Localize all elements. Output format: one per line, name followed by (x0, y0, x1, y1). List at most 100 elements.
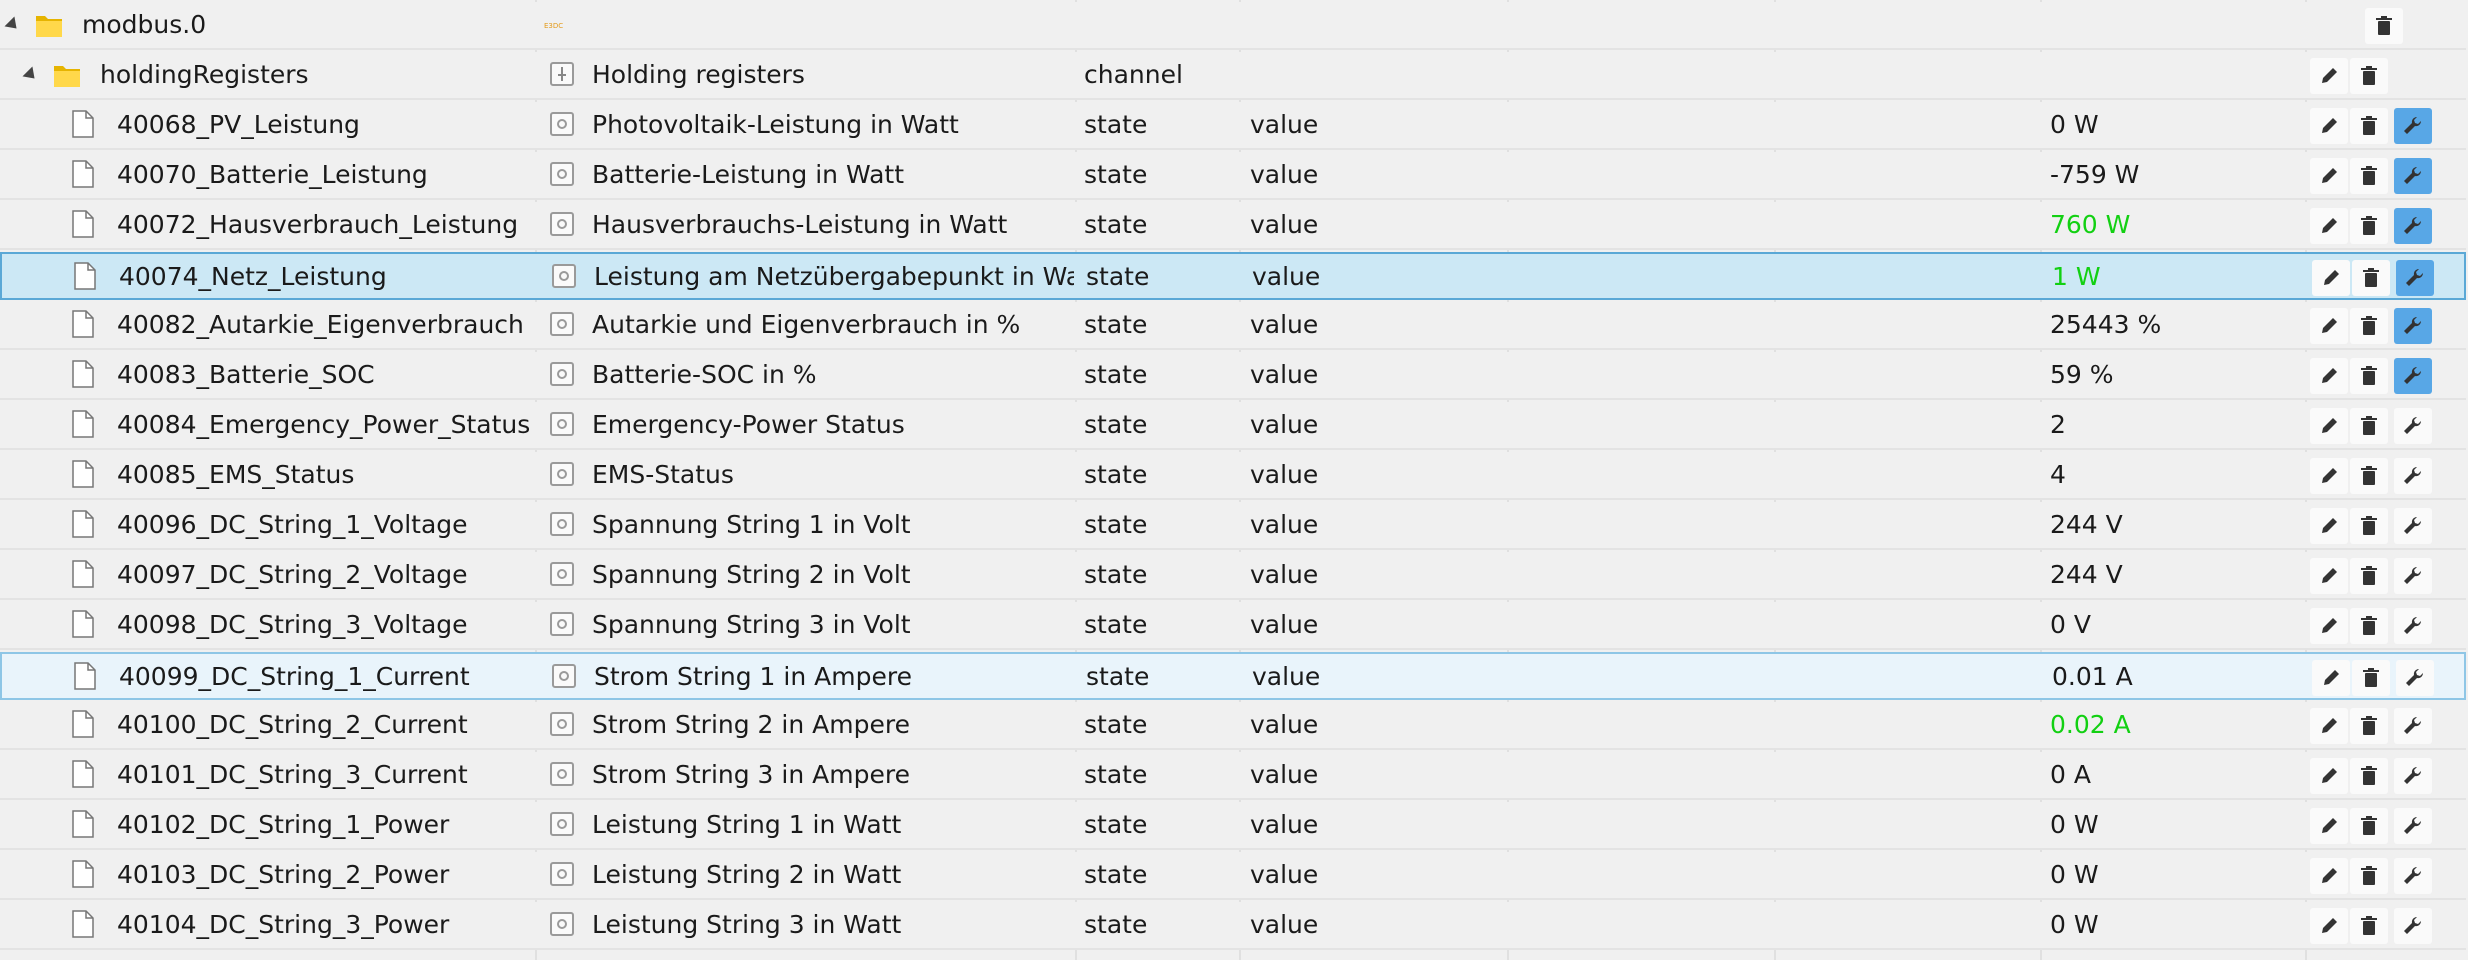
edit-button[interactable] (2310, 758, 2348, 794)
state-icon (550, 162, 574, 186)
pencil-icon (2322, 318, 2337, 333)
delete-button[interactable] (2350, 58, 2388, 94)
custom-settings-button[interactable] (2394, 608, 2432, 644)
edit-button[interactable] (2310, 608, 2348, 644)
edit-button[interactable] (2310, 158, 2348, 194)
custom-settings-button[interactable] (2394, 908, 2432, 944)
value-cell[interactable]: 0 W (2050, 852, 2300, 898)
edit-button[interactable] (2310, 108, 2348, 144)
value-cell[interactable]: 0.02 A (2050, 702, 2300, 748)
delete-button[interactable] (2350, 358, 2388, 394)
delete-button[interactable] (2365, 8, 2403, 44)
custom-settings-button[interactable] (2394, 508, 2432, 544)
value-cell[interactable]: 0 A (2050, 752, 2300, 798)
edit-button[interactable] (2310, 708, 2348, 744)
custom-settings-button[interactable] (2396, 660, 2434, 696)
tree-row-state[interactable]: 40068_PV_Leistung Photovoltaik-Leistung … (0, 102, 2466, 150)
tree-row-state[interactable]: 40103_DC_String_2_Power Leistung String … (0, 852, 2466, 900)
custom-settings-button[interactable] (2394, 108, 2432, 144)
edit-button[interactable] (2310, 858, 2348, 894)
tree-row-state[interactable]: 40084_Emergency_Power_Status Emergency-P… (0, 402, 2466, 450)
custom-settings-button[interactable] (2396, 260, 2434, 296)
wrench-icon (2404, 816, 2422, 834)
tree-row-state[interactable]: 40100_DC_String_2_Current Strom String 2… (0, 702, 2466, 750)
custom-settings-button[interactable] (2394, 358, 2432, 394)
edit-button[interactable] (2310, 458, 2348, 494)
value-cell[interactable]: 1 W (2052, 254, 2302, 300)
delete-button[interactable] (2350, 558, 2388, 594)
type-cell: state (1086, 262, 1150, 291)
delete-button[interactable] (2350, 458, 2388, 494)
tree-row-state[interactable]: 40098_DC_String_3_Voltage Spannung Strin… (0, 602, 2466, 650)
custom-settings-button[interactable] (2394, 558, 2432, 594)
delete-button[interactable] (2352, 660, 2390, 696)
custom-settings-button[interactable] (2394, 208, 2432, 244)
custom-settings-button[interactable] (2394, 708, 2432, 744)
value-cell[interactable]: 760 W (2050, 202, 2300, 248)
custom-settings-button[interactable] (2394, 158, 2432, 194)
edit-button[interactable] (2310, 208, 2348, 244)
expand-toggle-icon[interactable] (22, 66, 40, 84)
value-cell[interactable]: 25443 % (2050, 302, 2300, 348)
tree-row-state[interactable]: 40082_Autarkie_Eigenverbrauch Autarkie u… (0, 302, 2466, 350)
value-cell[interactable]: 0 W (2050, 102, 2300, 148)
tree-row-state[interactable]: 40074_Netz_Leistung Leistung am Netzüber… (0, 252, 2466, 300)
custom-settings-button[interactable] (2394, 458, 2432, 494)
delete-button[interactable] (2350, 108, 2388, 144)
value-cell[interactable]: 244 V (2050, 552, 2300, 598)
tree-row-root[interactable]: modbus.0 E3DC (0, 2, 2466, 50)
edit-button[interactable] (2310, 58, 2348, 94)
tree-row-state[interactable]: 40070_Batterie_Leistung Batterie-Leistun… (0, 152, 2466, 200)
expand-toggle-icon[interactable] (4, 16, 22, 34)
delete-button[interactable] (2350, 158, 2388, 194)
tree-row-state[interactable]: 40083_Batterie_SOC Batterie-SOC in % sta… (0, 352, 2466, 400)
value-cell[interactable]: -759 W (2050, 152, 2300, 198)
delete-button[interactable] (2350, 808, 2388, 844)
delete-button[interactable] (2350, 708, 2388, 744)
tree-row-state[interactable]: 40072_Hausverbrauch_Leistung Hausverbrau… (0, 202, 2466, 250)
tree-row-state[interactable]: 40101_DC_String_3_Current Strom String 3… (0, 752, 2466, 800)
delete-button[interactable] (2350, 858, 2388, 894)
custom-settings-button[interactable] (2394, 858, 2432, 894)
wrench-icon (2404, 316, 2422, 334)
edit-button[interactable] (2312, 260, 2350, 296)
tree-row-channel[interactable]: holdingRegisters Holding registers chann… (0, 52, 2466, 100)
edit-button[interactable] (2310, 908, 2348, 944)
value-cell[interactable]: 0.01 A (2052, 654, 2302, 700)
edit-button[interactable] (2310, 358, 2348, 394)
edit-button[interactable] (2310, 408, 2348, 444)
delete-button[interactable] (2350, 508, 2388, 544)
value-cell[interactable]: 0 V (2050, 602, 2300, 648)
delete-button[interactable] (2350, 408, 2388, 444)
custom-settings-button[interactable] (2394, 808, 2432, 844)
delete-button[interactable] (2350, 208, 2388, 244)
custom-settings-button[interactable] (2394, 308, 2432, 344)
tree-row-state[interactable]: 40085_EMS_Status EMS-Status state value … (0, 452, 2466, 500)
trash-icon (2361, 66, 2377, 85)
value-cell[interactable]: 59 % (2050, 352, 2300, 398)
edit-button[interactable] (2310, 808, 2348, 844)
custom-settings-button[interactable] (2394, 758, 2432, 794)
value-cell[interactable]: 244 V (2050, 502, 2300, 548)
value-cell[interactable]: 2 (2050, 402, 2300, 448)
value-cell[interactable]: 0 W (2050, 902, 2300, 948)
tree-row-state[interactable]: 40096_DC_String_1_Voltage Spannung Strin… (0, 502, 2466, 550)
delete-button[interactable] (2350, 758, 2388, 794)
delete-button[interactable] (2352, 260, 2390, 296)
value-cell[interactable]: 4 (2050, 452, 2300, 498)
edit-button[interactable] (2312, 660, 2350, 696)
tree-row-state[interactable]: 40099_DC_String_1_Current Strom String 1… (0, 652, 2466, 700)
delete-button[interactable] (2350, 308, 2388, 344)
tree-row-state[interactable]: 40102_DC_String_1_Power Leistung String … (0, 802, 2466, 850)
edit-button[interactable] (2310, 508, 2348, 544)
edit-button[interactable] (2310, 308, 2348, 344)
value-cell[interactable]: 0 W (2050, 802, 2300, 848)
delete-button[interactable] (2350, 908, 2388, 944)
wrench-icon (2404, 466, 2422, 484)
tree-row-state[interactable]: 40104_DC_String_3_Power Leistung String … (0, 902, 2466, 950)
tree-row-state[interactable]: 40097_DC_String_2_Voltage Spannung Strin… (0, 552, 2466, 600)
edit-button[interactable] (2310, 558, 2348, 594)
custom-settings-button[interactable] (2394, 408, 2432, 444)
wrench-icon (2404, 416, 2422, 434)
delete-button[interactable] (2350, 608, 2388, 644)
